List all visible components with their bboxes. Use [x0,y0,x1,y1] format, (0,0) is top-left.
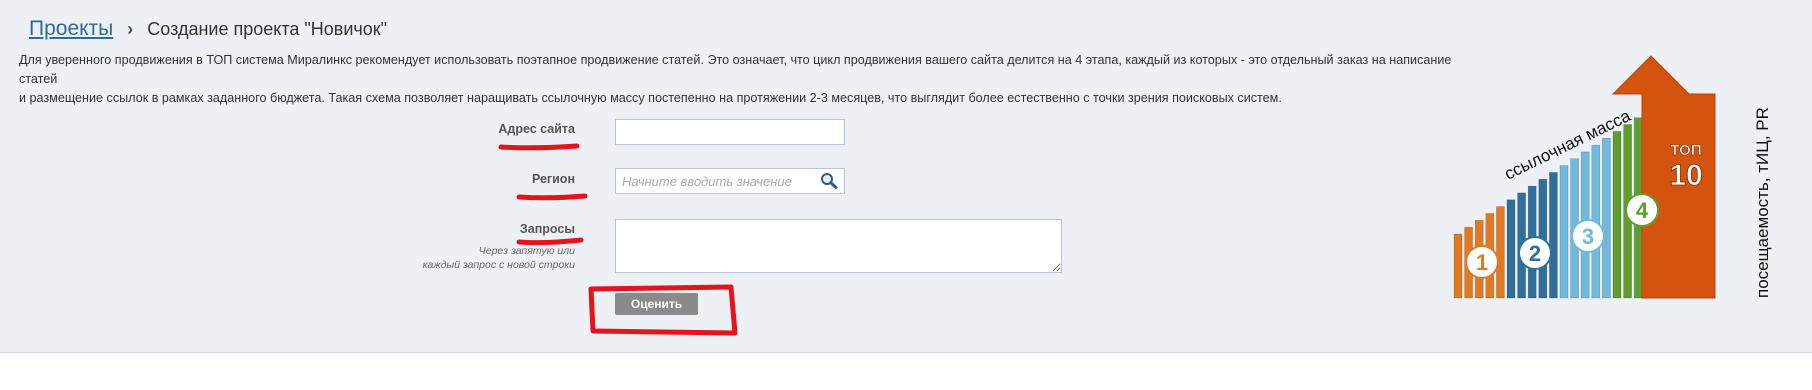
page-title: Создание проекта "Новичок" [147,18,388,39]
stage-badge-3: 3 [1571,219,1605,253]
promo-bar [1602,137,1611,299]
stage-number: 3 [1582,224,1594,249]
queries-textarea[interactable] [615,219,1062,273]
top-word: ТОП [1670,142,1701,159]
search-icon [821,173,838,189]
site-label-underline-mark [498,143,580,151]
stage-number: 4 [1636,198,1649,223]
intro-line-2: и размещение ссылок в рамках заданного б… [19,91,1282,105]
stage-badge-4: 4 [1625,193,1659,227]
queries-label: Запросы [519,222,575,236]
breadcrumb: Проекты › Создание проекта "Новичок" [29,17,387,41]
promo-bar [1506,199,1516,299]
breadcrumb-separator-icon: › [127,19,134,39]
site-address-label: Адрес сайта [498,122,575,136]
region-label: Регион [531,172,575,186]
form-panel: Проекты › Создание проекта "Новичок" Для… [0,0,1812,353]
top-number: 10 [1669,159,1702,192]
intro-line-1: Для уверенного продвижения в ТОП система… [19,53,1452,86]
promo-bar [1453,233,1463,299]
site-address-input[interactable] [615,119,845,145]
queries-hint-line-2: каждый запрос с новой строки [422,259,575,271]
region-label-underline-mark [516,193,588,201]
metrics-vertical-label: посещаемость, тИЦ, PR [1753,107,1772,298]
evaluate-button[interactable]: Оценить [615,293,698,315]
queries-hint: Через запятую или каждый запрос с новой … [380,244,575,272]
promotion-illustration: ТОП 10 ссылочная масса посещаемость, тИЦ… [1453,55,1772,299]
stage-badge-2: 2 [1518,236,1552,270]
queries-hint-line-1: Через запятую или [478,245,575,257]
stage-badge-1: 1 [1465,245,1499,279]
promo-bar [1549,172,1558,299]
region-search-button[interactable] [818,171,840,191]
promo-bar [1612,131,1622,299]
region-input[interactable] [615,168,845,194]
promo-bar [1559,165,1569,299]
intro-text: Для уверенного продвижения в ТОП система… [19,51,1459,108]
stage-number: 2 [1529,241,1541,266]
promo-bar [1496,206,1505,299]
breadcrumb-projects-link[interactable]: Проекты [29,17,113,41]
stage-number: 1 [1476,250,1488,275]
